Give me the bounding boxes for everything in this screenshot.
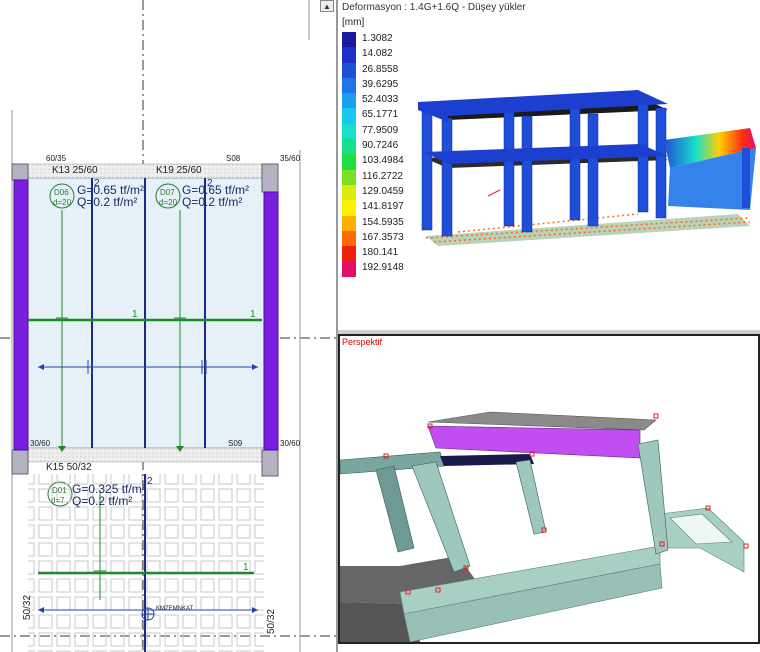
axis-label: 1 bbox=[250, 309, 256, 320]
load-q: Q=0.2 tf/m² bbox=[72, 494, 133, 508]
axis-label: 2 bbox=[147, 476, 153, 487]
slab-id: D01 bbox=[52, 486, 67, 495]
side-label: 50/32 bbox=[266, 608, 277, 634]
column-label: 35/60 bbox=[280, 154, 301, 163]
slab-id: D06 bbox=[54, 188, 69, 197]
beam-label: K13 25/60 bbox=[52, 165, 98, 176]
slab-id: D07 bbox=[160, 188, 175, 197]
axis-label: 2 bbox=[94, 178, 100, 189]
beam-label: K19 25/60 bbox=[156, 165, 202, 176]
slab-thickness: d=20 bbox=[53, 198, 72, 207]
marker-label: KMZEMNKAT bbox=[156, 606, 194, 612]
load-q: Q=0.2 tf/m² bbox=[182, 195, 243, 209]
axis-label: 1 bbox=[243, 562, 249, 573]
perspective-view-pane[interactable]: Perspektif bbox=[338, 334, 760, 644]
column-label: 30/60 bbox=[30, 439, 51, 448]
plan-view-pane[interactable]: ▲ 60/35 35/60 30/60 30/60 K13 25/60 K19 … bbox=[0, 0, 336, 652]
shear-wall-left bbox=[13, 179, 29, 451]
shear-wall-right bbox=[263, 191, 279, 451]
side-label: 50/32 bbox=[22, 594, 33, 620]
slab-label: S08 bbox=[226, 154, 241, 163]
column-label: 30/60 bbox=[280, 439, 301, 448]
axis-label: 2 bbox=[207, 178, 213, 189]
slab-thickness: d=7 bbox=[51, 496, 65, 505]
load-q: Q=0.2 tf/m² bbox=[77, 195, 138, 209]
slab-thickness: d=20 bbox=[159, 198, 178, 207]
scroll-up-button[interactable]: ▲ bbox=[320, 0, 334, 12]
deformation-3d-model[interactable] bbox=[338, 0, 760, 330]
plan-drawing[interactable] bbox=[0, 0, 336, 652]
deformation-view-pane[interactable]: Deformasyon : 1.4G+1.6Q - Düşey yükler [… bbox=[338, 0, 760, 330]
perspective-3d-model[interactable] bbox=[340, 336, 758, 642]
column-label: 60/35 bbox=[46, 154, 67, 163]
beam-label: K15 50/32 bbox=[46, 462, 92, 473]
axis-label: 1 bbox=[132, 309, 138, 320]
slab-label: S09 bbox=[228, 439, 243, 448]
